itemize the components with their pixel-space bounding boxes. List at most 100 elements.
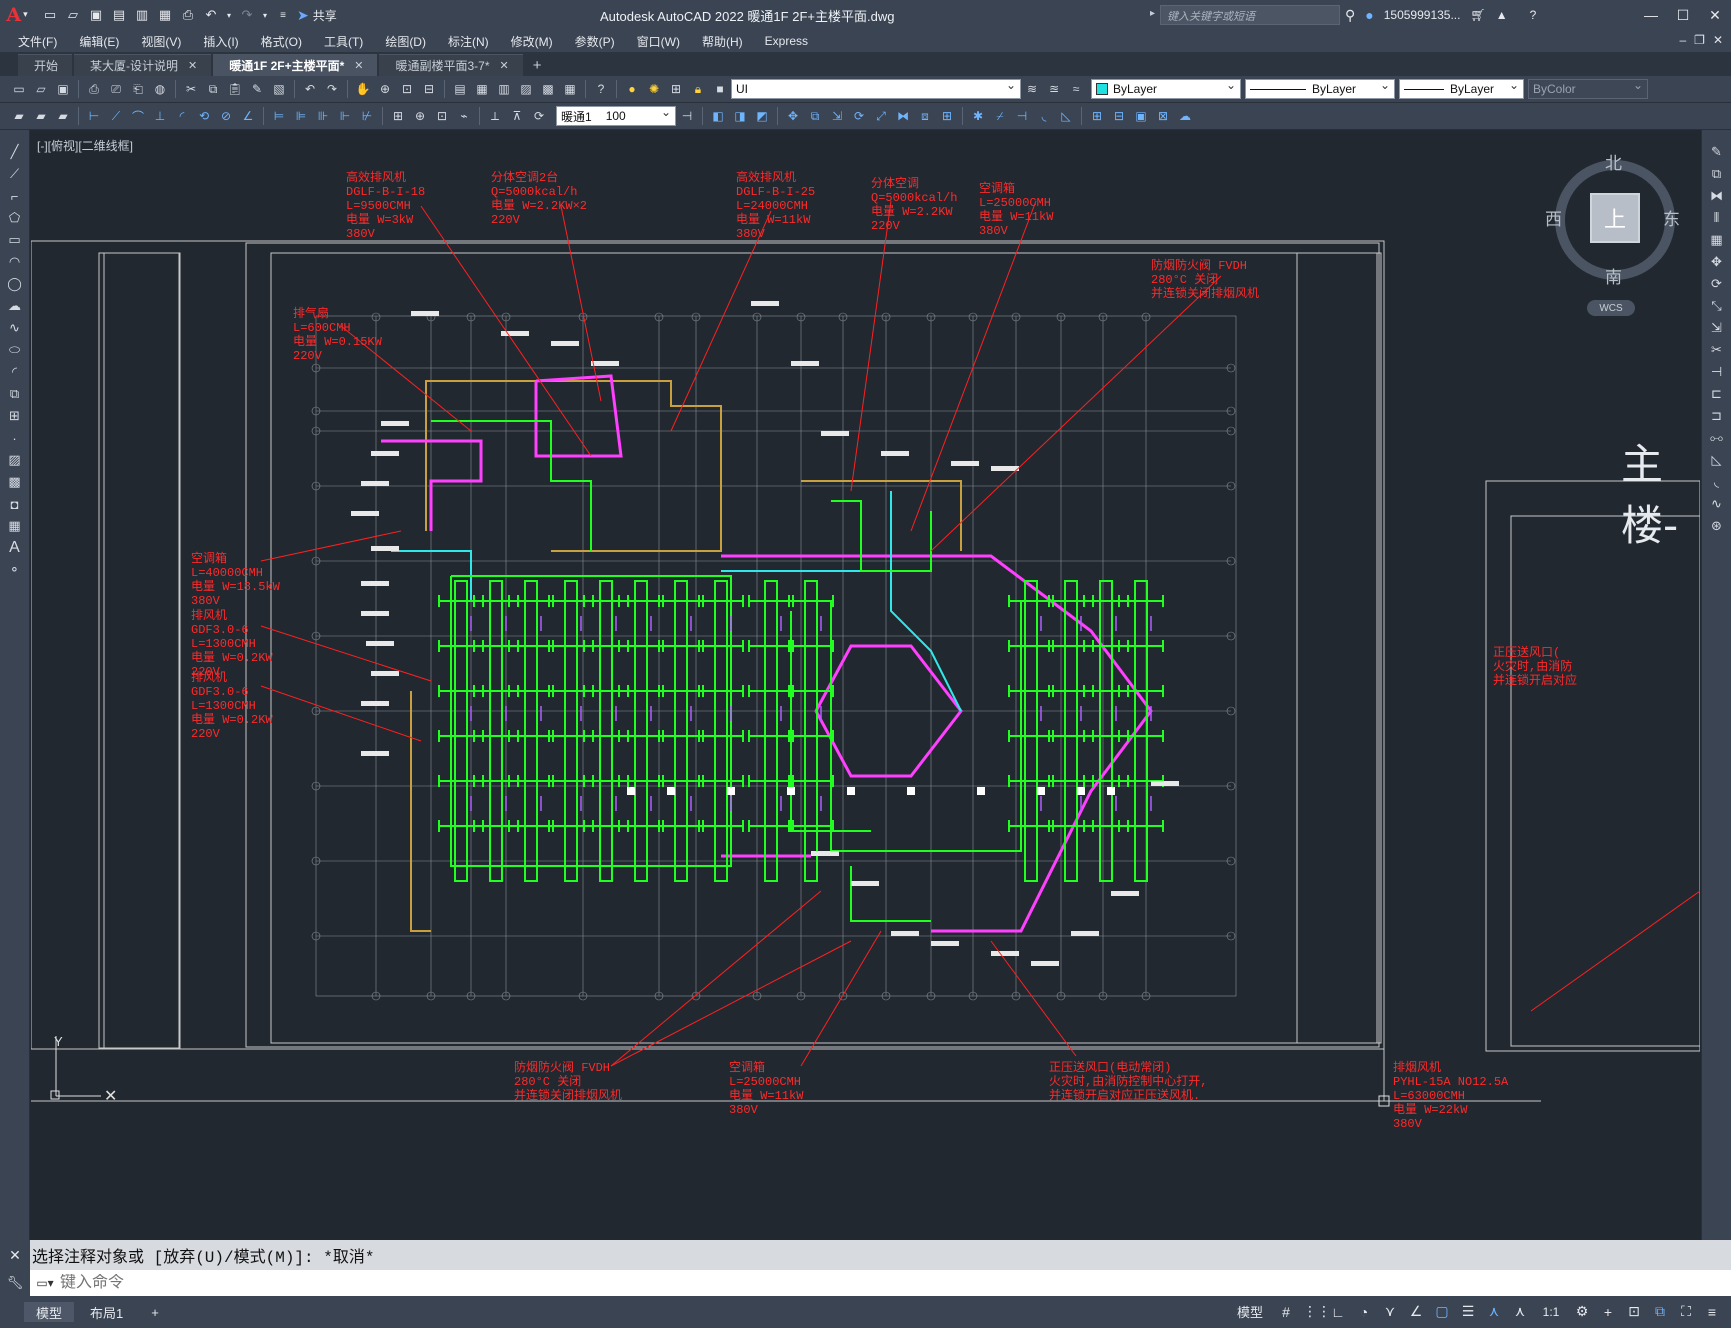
mirror-icon[interactable]: ⧓ <box>1707 186 1727 206</box>
save-icon[interactable]: ▣ <box>86 5 106 25</box>
break-icon[interactable]: ⊬ <box>357 106 377 126</box>
plotstyle-dropdown[interactable]: ByColor <box>1528 78 1648 99</box>
baseline-icon[interactable]: ⊫ <box>291 106 311 126</box>
object-snap-tracking-icon[interactable]: ∠ <box>1407 1303 1425 1320</box>
add-layout-icon[interactable]: + <box>139 1302 171 1322</box>
rectangle-icon[interactable]: ▭ <box>5 230 25 250</box>
menu-insert[interactable]: 插入(I) <box>203 33 238 50</box>
viewcube-top-face[interactable]: 上 <box>1590 193 1640 243</box>
extend-icon[interactable]: ⊣ <box>1707 362 1727 382</box>
hatch-icon[interactable]: ▨ <box>5 450 25 470</box>
publish-icon[interactable]: ▥ <box>132 5 152 25</box>
center-mark-icon[interactable]: ⊕ <box>410 106 430 126</box>
undo-icon[interactable]: ↶ <box>300 79 320 99</box>
viewport-controls[interactable]: [-][俯视][二维线框] <box>37 137 133 154</box>
stretch-icon[interactable]: ⇲ <box>827 106 847 126</box>
insert-block-icon[interactable]: ⧉ <box>5 384 25 404</box>
layer-lock-icon[interactable]: 🔒︎ <box>688 79 708 99</box>
markup-icon[interactable]: ▩ <box>538 79 558 99</box>
annotation-scale[interactable]: 1:1 <box>1537 1305 1565 1319</box>
array-icon[interactable]: ▦ <box>1707 230 1727 250</box>
diameter-icon[interactable]: ⊘ <box>216 106 236 126</box>
layer-sun-icon[interactable]: ✺ <box>644 79 664 99</box>
join-icon[interactable]: ⧟ <box>1707 428 1727 448</box>
menu-express[interactable]: Express <box>765 34 808 48</box>
object-snap-icon[interactable]: ▢ <box>1433 1303 1451 1320</box>
app-menu-button[interactable]: A ▾ <box>0 0 34 30</box>
menu-format[interactable]: 格式(O) <box>261 33 302 50</box>
arc-length-icon[interactable]: ⌒ <box>128 106 148 126</box>
publish-icon[interactable]: ⎗ <box>128 79 148 99</box>
tab-model[interactable]: 模型 <box>24 1302 75 1322</box>
inspection-icon[interactable]: ⊡ <box>432 106 452 126</box>
tab-hvac-annex[interactable]: 暖通副楼平面3-7* ✕ <box>379 54 523 76</box>
line-icon[interactable]: ╱ <box>5 142 25 162</box>
cloud-icon[interactable]: ☁ <box>1175 106 1195 126</box>
sheet-set-icon[interactable]: ▨ <box>516 79 536 99</box>
customize-icon[interactable]: 🔧︎ <box>0 1270 30 1296</box>
polyline-icon[interactable]: ⌐ <box>5 186 25 206</box>
dim-update-icon[interactable]: ⟳ <box>529 106 549 126</box>
insert-block-icon[interactable]: ⊞ <box>1087 106 1107 126</box>
zoom-realtime-icon[interactable]: ⊕ <box>375 79 395 99</box>
linetype-dropdown[interactable]: ByLayer <box>1245 78 1395 99</box>
mirror-icon[interactable]: ⧓ <box>893 106 913 126</box>
isodraft-icon[interactable]: ⋎ <box>1381 1303 1399 1320</box>
quickcalc-icon[interactable]: ▦ <box>560 79 580 99</box>
isolate-objects-icon[interactable]: ⧉ <box>1651 1303 1669 1320</box>
table-icon[interactable]: ▦ <box>5 516 25 536</box>
wcs-menu[interactable]: WCS <box>1587 300 1635 316</box>
modify-icon[interactable]: ◧ <box>708 106 728 126</box>
plot-preview-icon[interactable]: ⎚ <box>106 79 126 99</box>
fillet-icon[interactable]: ◟ <box>1034 106 1054 126</box>
radius-icon[interactable]: ◜ <box>172 106 192 126</box>
layer-previous-icon[interactable]: ≈ <box>1066 79 1086 99</box>
redo-icon[interactable]: ↷ <box>237 5 257 25</box>
tab-close-icon[interactable]: ✕ <box>354 59 363 72</box>
menu-parametric[interactable]: 参数(P) <box>575 33 615 50</box>
plot-icon[interactable]: ⎙ <box>84 79 104 99</box>
3d-print-icon[interactable]: ◍ <box>150 79 170 99</box>
search-expand-icon[interactable]: ▸ <box>1150 8 1155 19</box>
clean-screen-icon[interactable]: ⛶ <box>1677 1303 1695 1320</box>
tool-palettes-icon[interactable]: ▥ <box>494 79 514 99</box>
share-button[interactable]: ➤ 共享 <box>297 7 337 24</box>
grid-icon[interactable]: # <box>1277 1304 1295 1320</box>
copy-icon[interactable]: ⧉ <box>1707 164 1727 184</box>
linear-dimension-icon[interactable]: ⊢ <box>84 106 104 126</box>
chamfer-icon[interactable]: ◺ <box>1707 450 1727 470</box>
lineweight-dropdown[interactable]: ByLayer <box>1399 78 1524 99</box>
revision-cloud-icon[interactable]: ☁ <box>5 296 25 316</box>
trim-icon[interactable]: ⌿ <box>990 106 1010 126</box>
compass-east[interactable]: 东 <box>1663 205 1680 230</box>
doc-close-icon[interactable]: ✕ <box>1713 33 1723 47</box>
multiline-text-icon[interactable]: A <box>5 538 25 558</box>
pan-icon[interactable]: ✋ <box>353 79 373 99</box>
ellipse-arc-icon[interactable]: ◜ <box>5 362 25 382</box>
offset-icon[interactable]: ⧈ <box>915 106 935 126</box>
tolerance-icon[interactable]: ⊞ <box>388 106 408 126</box>
paste-icon[interactable]: 📋︎ <box>225 79 245 99</box>
open-icon[interactable]: ▱ <box>63 5 83 25</box>
redo-dropdown-icon[interactable]: ▾ <box>260 5 270 25</box>
help-icon[interactable]: ? <box>591 79 611 99</box>
dimedit-icon[interactable]: ⟂ <box>485 106 505 126</box>
menu-window[interactable]: 窗口(W) <box>637 33 680 50</box>
tab-design-notes[interactable]: 某大厦-设计说明 ✕ <box>74 54 212 76</box>
aligned-dimension-icon[interactable]: ⟋ <box>106 106 126 126</box>
offset-icon[interactable]: ⫴ <box>1707 208 1727 228</box>
zoom-previous-icon[interactable]: ⊟ <box>419 79 439 99</box>
move-icon[interactable]: ✥ <box>783 106 803 126</box>
cut-icon[interactable]: ✂ <box>181 79 201 99</box>
point-icon[interactable]: · <box>5 428 25 448</box>
polygon-icon[interactable]: ⬠ <box>5 208 25 228</box>
rotate-icon[interactable]: ⟳ <box>1707 274 1727 294</box>
tab-hvac-main[interactable]: 暖通1F 2F+主楼平面* ✕ <box>213 54 378 76</box>
polar-icon[interactable]: ◔ <box>1355 1304 1373 1320</box>
search-input[interactable]: 键入关键字或短语 <box>1160 5 1340 25</box>
transmit-icon[interactable]: ▦ <box>155 5 175 25</box>
image-icon[interactable]: ▣ <box>1131 106 1151 126</box>
properties-icon[interactable]: ▤ <box>450 79 470 99</box>
doc-restore-icon[interactable]: ❐ <box>1694 33 1705 47</box>
trim-icon[interactable]: ✂ <box>1707 340 1727 360</box>
